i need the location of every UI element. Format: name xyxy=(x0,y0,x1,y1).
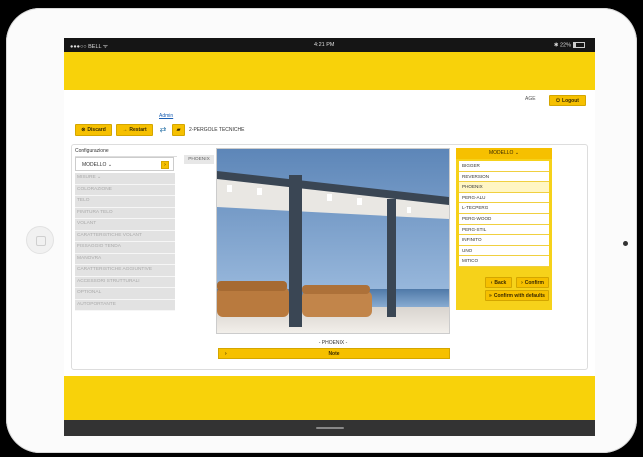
battery-fill xyxy=(574,43,577,47)
config-menu: MISURE ⌄ COLORAZIONE TELO FINITURA TELO VOLA… xyxy=(75,173,175,311)
confirm-defaults-label: Confirm with defaults xyxy=(493,292,545,299)
tablet-screen: ●●●○○ BELL ᯤ 4:21 PM ✱ 22% AGE ⏻ Logout A… xyxy=(64,38,595,436)
tab-phoenix[interactable]: PHOENIX xyxy=(184,155,214,164)
edit-icon[interactable]: › xyxy=(161,161,169,169)
swap-arrows-icon[interactable]: ⇄ xyxy=(156,124,170,136)
model-option[interactable]: MITICO xyxy=(459,256,549,267)
app-header xyxy=(64,52,595,90)
config-menu-item[interactable]: MISURE ⌄ xyxy=(75,173,175,185)
config-menu-item[interactable]: MANOVRA xyxy=(75,253,175,265)
home-square-icon xyxy=(36,236,46,246)
back-label: Back xyxy=(494,279,507,286)
config-menu-item[interactable]: COLORAZIONE xyxy=(75,184,175,196)
chevron-right-icon: › xyxy=(521,279,523,286)
note-button[interactable]: › Note xyxy=(218,348,450,359)
battery-icon xyxy=(573,42,585,48)
model-option[interactable]: INFINITO xyxy=(459,235,549,246)
app-footer xyxy=(64,376,595,420)
arrow-right-icon: → xyxy=(122,127,128,133)
model-option[interactable]: REVERSION xyxy=(459,171,549,183)
product-image xyxy=(216,148,450,334)
admin-link[interactable]: Admin xyxy=(159,113,173,119)
discard-label: Discard xyxy=(87,127,106,133)
config-menu-item[interactable]: FINITURA TELO xyxy=(75,207,175,219)
model-option[interactable]: PERG-ALU xyxy=(459,192,549,204)
restart-button[interactable]: → Restart xyxy=(116,124,153,136)
bottom-bar xyxy=(64,420,595,436)
carrier-label: ●●●○○ BELL ᯤ xyxy=(70,44,108,50)
folder-button[interactable]: ▰ xyxy=(172,124,185,136)
model-option[interactable]: L-TECPERG xyxy=(459,203,549,214)
battery-status: ✱ 22% xyxy=(554,42,585,48)
config-menu-item[interactable]: AUTOPORTANTE xyxy=(75,299,175,311)
model-panel-header[interactable]: MODELLO ⌄ xyxy=(456,148,552,159)
back-button[interactable]: ‹ Back xyxy=(485,277,512,288)
model-list: BIGGER REVERSION PHOENIX PERG-ALU L-TECPERG P… xyxy=(459,161,549,267)
confirm-label: Confirm xyxy=(524,279,544,286)
confirm-button[interactable]: › Confirm xyxy=(516,277,549,288)
model-selector[interactable]: MODELLO ⌄ › xyxy=(75,157,174,171)
stage: ●●●○○ BELL ᯤ 4:21 PM ✱ 22% AGE ⏻ Logout A… xyxy=(0,0,643,457)
status-bar: ●●●○○ BELL ᯤ 4:21 PM ✱ 22% xyxy=(64,38,595,52)
pergola-photo xyxy=(217,149,449,333)
product-caption: - PHOENIX - xyxy=(318,340,348,346)
discard-button[interactable]: ⊗ Discard xyxy=(75,124,112,136)
confirm-defaults-button[interactable]: » Confirm with defaults xyxy=(485,290,549,301)
folder-icon: ▰ xyxy=(176,127,181,133)
home-indicator xyxy=(316,427,344,429)
clock: 4:21 PM xyxy=(314,42,335,48)
logout-button[interactable]: ⏻ Logout xyxy=(549,95,586,106)
camera-icon xyxy=(623,241,628,246)
config-menu-item[interactable]: TELO xyxy=(75,196,175,208)
model-option[interactable]: PERG-STIL xyxy=(459,224,549,236)
config-menu-item[interactable]: VOLANT xyxy=(75,219,175,231)
brand-title: 2-PERGOLE TECNICHE xyxy=(189,127,245,133)
config-menu-item[interactable]: ACCESSORI STRUTTURALI xyxy=(75,276,175,288)
main-content: AGE ⏻ Logout Admin ⊗ Discard → Restart ⇄ ▰ … xyxy=(64,90,595,400)
config-menu-item[interactable]: FISSAGGIO TENDA xyxy=(75,242,175,254)
config-menu-item[interactable]: CARATTERISTICHE AGGIUNTIVE xyxy=(75,265,175,277)
close-circle-icon: ⊗ xyxy=(81,127,86,133)
config-label: Configurazione xyxy=(75,147,177,157)
power-icon: ⏻ xyxy=(556,97,561,104)
model-option[interactable]: PERG-WOOD xyxy=(459,213,549,225)
logout-label: Logout xyxy=(562,97,579,104)
model-selector-label: MODELLO ⌄ xyxy=(82,162,113,168)
double-arrow-icon: » xyxy=(489,292,492,299)
model-option[interactable]: PHOENIX xyxy=(459,182,549,193)
battery-percent: ✱ 22% xyxy=(553,42,571,49)
restart-label: Restart xyxy=(129,127,147,133)
age-label: AGE xyxy=(525,96,536,102)
model-option[interactable]: BIGGER xyxy=(459,161,549,172)
model-option[interactable]: UNO xyxy=(459,245,549,257)
home-button[interactable] xyxy=(26,226,54,254)
chevron-left-icon: ‹ xyxy=(490,279,493,286)
config-menu-item[interactable]: OPTIONAL xyxy=(75,288,175,300)
config-menu-item[interactable]: CARATTERISTICHE VOLANT xyxy=(75,230,175,242)
note-label: Note xyxy=(328,351,340,357)
